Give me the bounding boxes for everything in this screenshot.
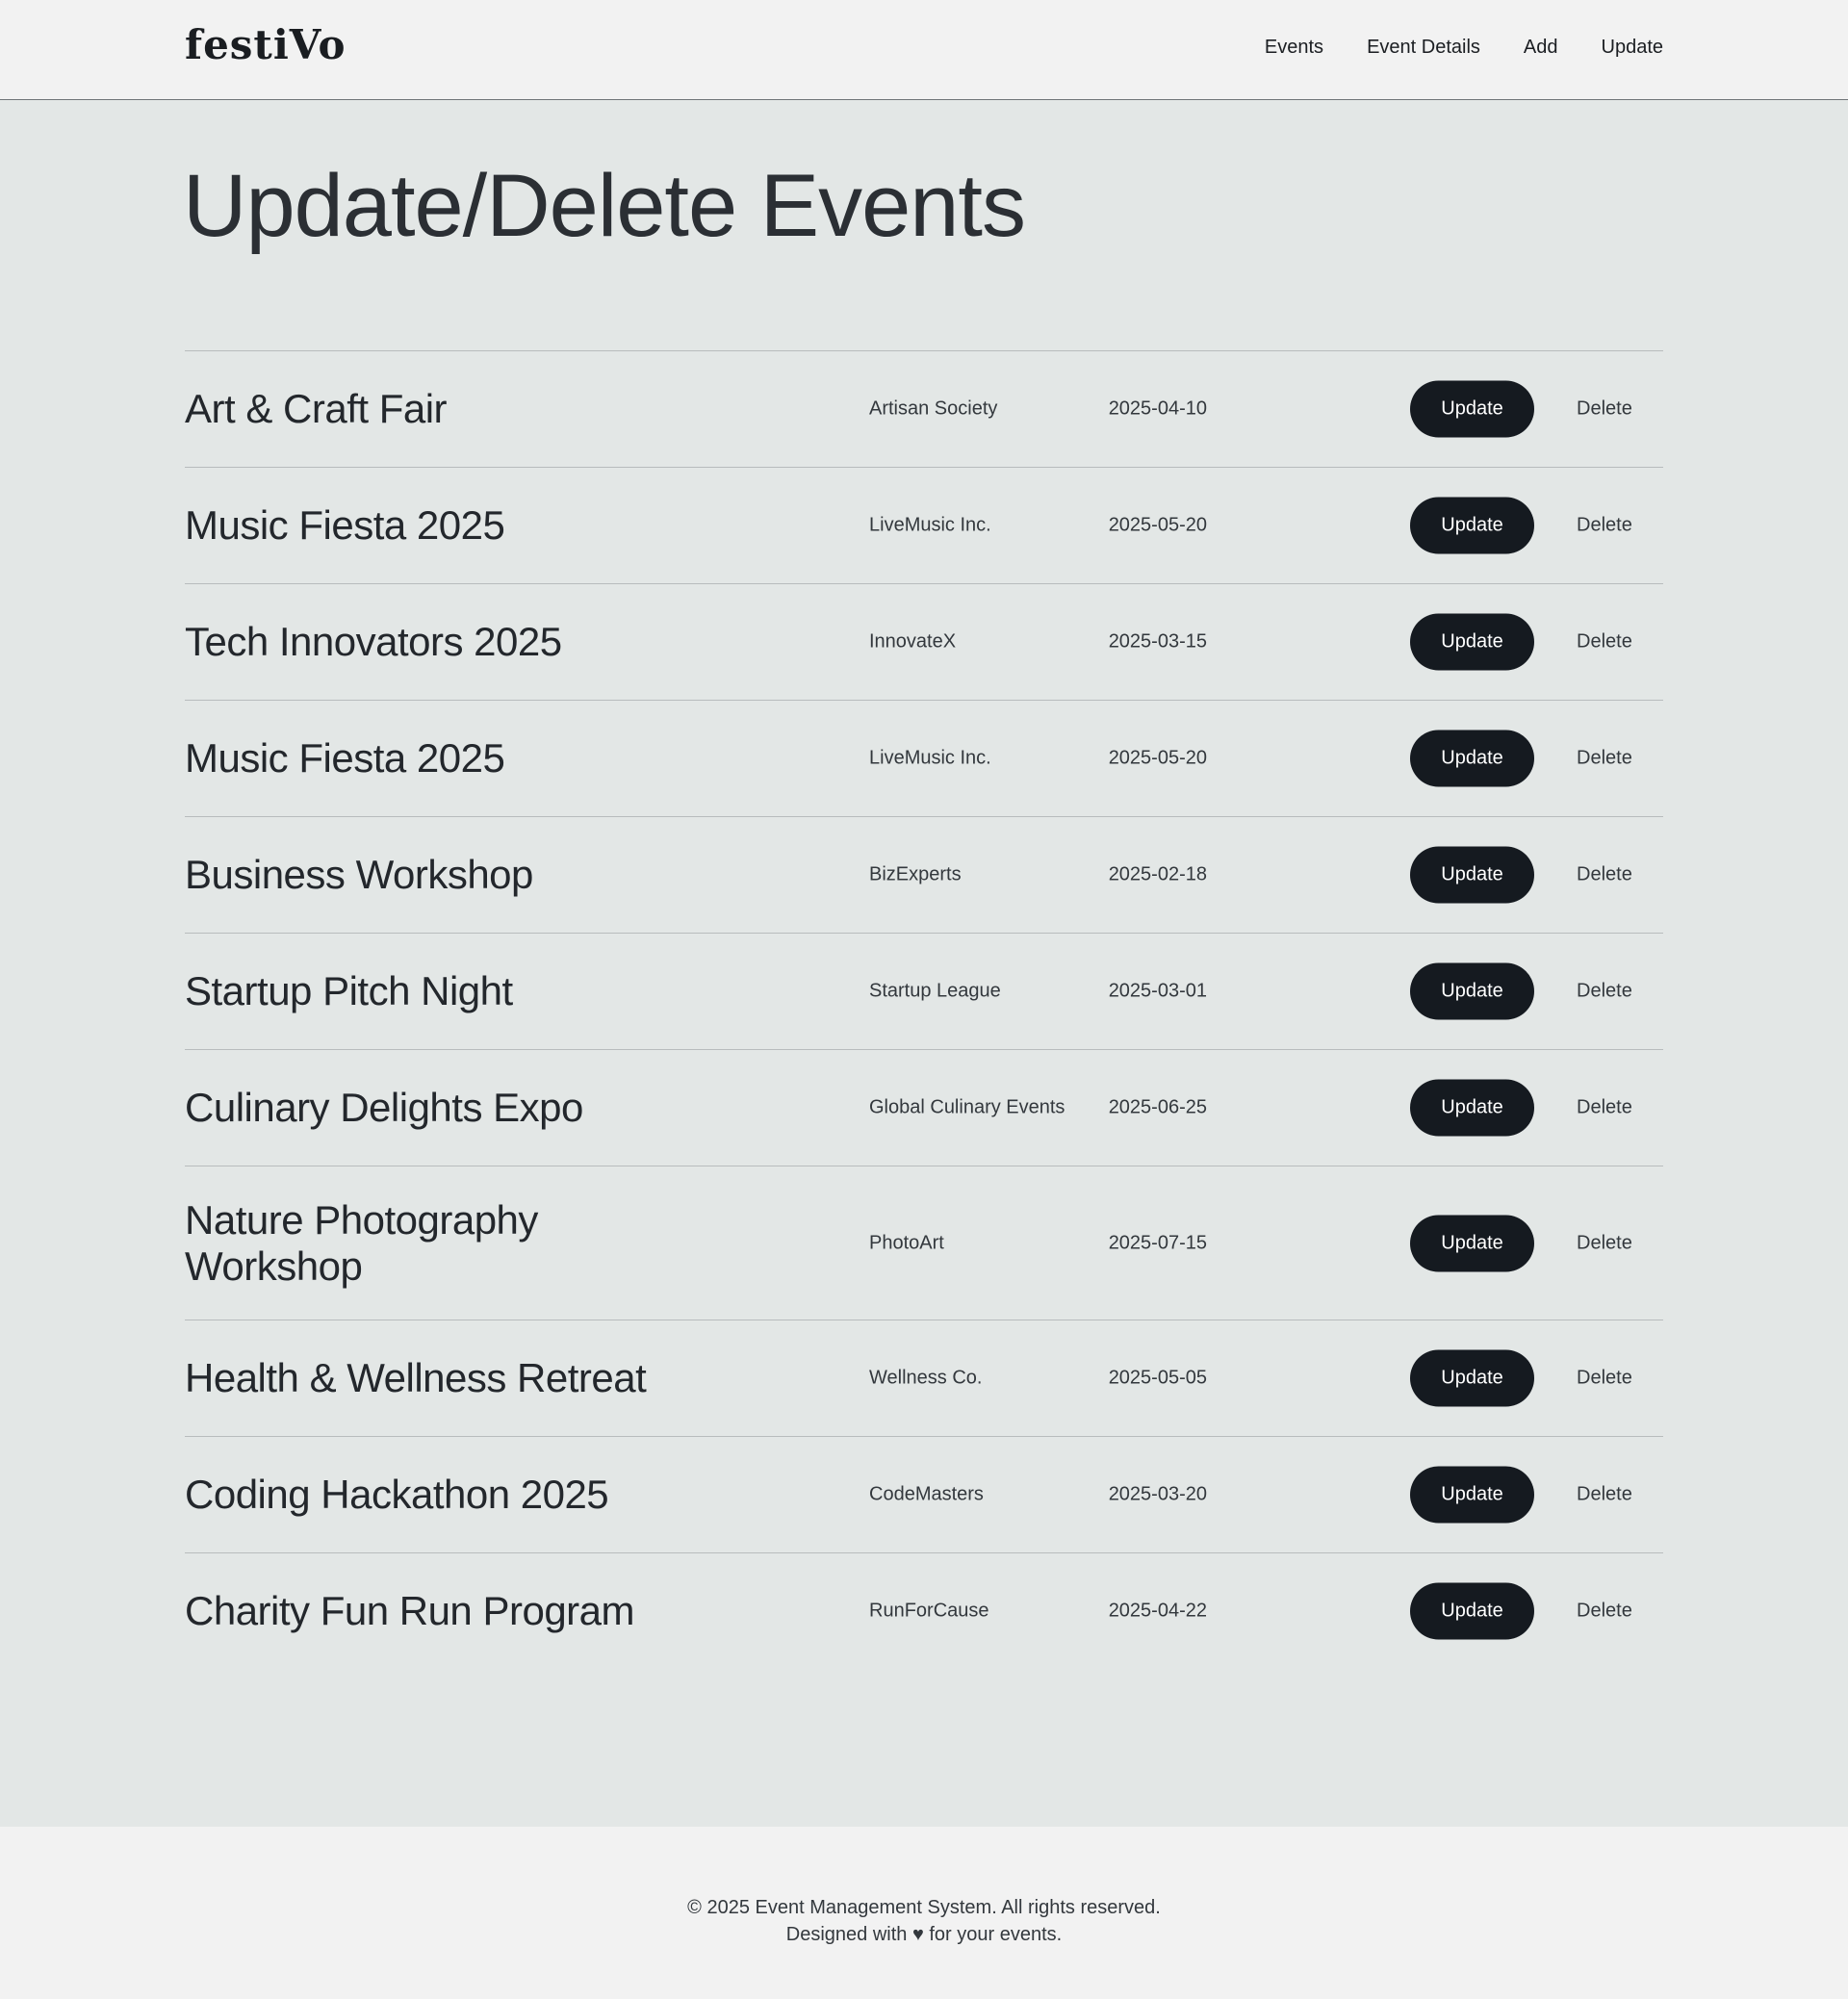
delete-button[interactable]: Delete [1577,1097,1632,1119]
event-name: Music Fiesta 2025 [185,735,505,781]
event-date: 2025-03-20 [1108,1483,1207,1505]
delete-button[interactable]: Delete [1577,515,1632,537]
event-row: Business Workshop BizExperts 2025-02-18 … [185,817,1663,934]
event-date: 2025-03-15 [1108,630,1207,653]
event-row: Charity Fun Run Program RunForCause 2025… [185,1553,1663,1669]
event-row: Music Fiesta 2025 LiveMusic Inc. 2025-05… [185,701,1663,817]
event-date: 2025-06-25 [1108,1096,1207,1118]
event-organizer: PhotoArt [869,1232,944,1253]
nav-update[interactable]: Update [1602,37,1664,59]
event-organizer: Global Culinary Events [869,1096,1065,1118]
event-row: Tech Innovators 2025 InnovateX 2025-03-1… [185,584,1663,701]
update-button[interactable]: Update [1410,1079,1534,1137]
event-row: Health & Wellness Retreat Wellness Co. 2… [185,1320,1663,1437]
event-name: Business Workshop [185,852,533,897]
delete-button[interactable]: Delete [1577,1484,1632,1506]
event-name: Health & Wellness Retreat [185,1355,647,1400]
event-name: Nature Photography Workshop [185,1196,538,1289]
event-name: Culinary Delights Expo [185,1085,583,1130]
delete-button[interactable]: Delete [1577,631,1632,654]
event-row: Music Fiesta 2025 LiveMusic Inc. 2025-05… [185,468,1663,584]
update-button[interactable]: Update [1410,613,1534,671]
event-name: Startup Pitch Night [185,968,513,1013]
update-button[interactable]: Update [1410,1466,1534,1524]
event-organizer: CodeMasters [869,1483,984,1505]
update-button[interactable]: Update [1410,846,1534,904]
event-organizer: Artisan Society [869,397,998,420]
logo[interactable]: festiVo [185,21,346,68]
update-button[interactable]: Update [1410,1215,1534,1271]
nav-events[interactable]: Events [1265,37,1323,59]
event-organizer: Startup League [869,980,1001,1002]
update-button[interactable]: Update [1410,1349,1534,1407]
delete-button[interactable]: Delete [1577,398,1632,421]
delete-button[interactable]: Delete [1577,1368,1632,1390]
main-content: Update/Delete Events Art & Craft Fair Ar… [0,100,1848,1827]
event-organizer: InnovateX [869,630,957,653]
event-row: Art & Craft Fair Artisan Society 2025-04… [185,351,1663,468]
event-organizer: BizExperts [869,863,962,885]
delete-button[interactable]: Delete [1577,1601,1632,1623]
event-name: Coding Hackathon 2025 [185,1472,609,1517]
event-date: 2025-04-10 [1108,397,1207,420]
update-button[interactable]: Update [1410,962,1534,1020]
update-button[interactable]: Update [1410,1582,1534,1640]
site-footer: © 2025 Event Management System. All righ… [0,1827,1848,1999]
event-name: Charity Fun Run Program [185,1588,635,1633]
event-date: 2025-07-15 [1108,1232,1207,1253]
event-date: 2025-03-01 [1108,980,1207,1002]
footer-tagline: Designed with ♥ for your events. [785,1924,1063,1945]
update-button[interactable]: Update [1410,380,1534,438]
delete-button[interactable]: Delete [1577,864,1632,886]
event-row: Coding Hackathon 2025 CodeMasters 2025-0… [185,1437,1663,1553]
copyright-text: © 2025 Event Management System. All righ… [687,1897,1161,1918]
event-date: 2025-05-20 [1108,514,1207,536]
update-button[interactable]: Update [1410,497,1534,554]
nav-add[interactable]: Add [1524,37,1558,59]
event-organizer: LiveMusic Inc. [869,747,991,769]
event-name: Music Fiesta 2025 [185,502,505,548]
delete-button[interactable]: Delete [1577,748,1632,770]
update-button[interactable]: Update [1410,730,1534,787]
event-date: 2025-05-20 [1108,747,1207,769]
event-date: 2025-05-05 [1108,1367,1207,1389]
event-organizer: Wellness Co. [869,1367,983,1389]
delete-button[interactable]: Delete [1577,1232,1632,1254]
event-list: Art & Craft Fair Artisan Society 2025-04… [185,350,1663,1669]
nav-event-details[interactable]: Event Details [1367,37,1480,59]
event-row: Startup Pitch Night Startup League 2025-… [185,934,1663,1050]
main-nav: Events Event Details Add Update [1265,37,1663,59]
event-organizer: LiveMusic Inc. [869,514,991,536]
event-row: Culinary Delights Expo Global Culinary E… [185,1050,1663,1166]
page-title: Update/Delete Events [183,157,1026,255]
event-date: 2025-02-18 [1108,863,1207,885]
event-date: 2025-04-22 [1108,1600,1207,1622]
site-header: festiVo Events Event Details Add Update [0,0,1848,100]
event-row: Nature Photography Workshop PhotoArt 202… [185,1166,1663,1320]
event-organizer: RunForCause [869,1600,989,1622]
event-name: Art & Craft Fair [185,386,448,431]
event-name: Tech Innovators 2025 [185,619,562,664]
delete-button[interactable]: Delete [1577,981,1632,1003]
